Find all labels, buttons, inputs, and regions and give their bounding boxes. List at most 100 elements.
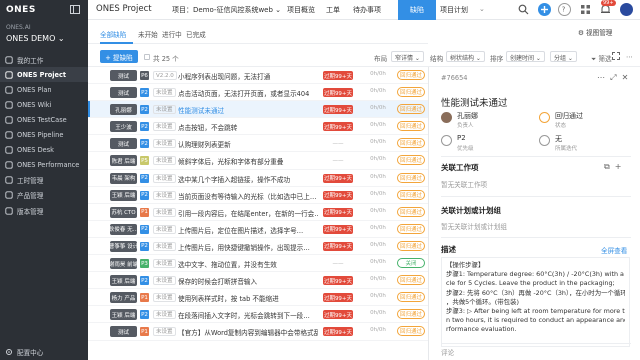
priority-badge[interactable]: P2 bbox=[140, 88, 149, 98]
collapse-sidebar-icon[interactable] bbox=[70, 5, 80, 14]
priority-badge[interactable]: P2 bbox=[140, 241, 149, 251]
assignee-badge[interactable]: 王颖 后端 bbox=[110, 189, 137, 201]
defect-title[interactable]: 点击按钮，不会跳转 bbox=[178, 122, 318, 132]
defect-title[interactable]: 小程序列表出现问题，无法打通 bbox=[178, 71, 318, 81]
version-tag[interactable]: 未设置 bbox=[153, 293, 176, 303]
table-row[interactable]: 陈君 后端 P5 未设置 倾斜字体后，光标和字体有部分重叠 —— 0h/0h 回归通过 bbox=[88, 152, 428, 170]
status-badge[interactable]: 回归通过 bbox=[397, 104, 425, 115]
assignee-badge[interactable]: 测试 bbox=[110, 87, 137, 99]
sidebar-item-ones-wiki[interactable]: ONES Wiki bbox=[0, 97, 88, 112]
sidebar-item-ones-performance[interactable]: ONES Performance bbox=[0, 158, 88, 173]
project-selector[interactable]: 项目：Demo-征信风控系统web ⌄ bbox=[172, 5, 281, 15]
status-badge[interactable]: 回归通过 bbox=[397, 326, 425, 337]
table-row[interactable]: 测试 P2 未设置 点击活动页面，无法打开页面，或者显示404 过期99+天 0h/0h 回… bbox=[88, 84, 428, 102]
defect-title[interactable]: 认购理财列表更新 bbox=[178, 139, 318, 149]
version-tag[interactable]: 未设置 bbox=[153, 190, 176, 200]
fullscreen-icon[interactable] bbox=[612, 52, 620, 60]
assignee-badge[interactable]: 谢雨昊 前端 bbox=[110, 258, 137, 270]
defect-title[interactable]: 性能测试未通过 bbox=[441, 95, 508, 109]
priority-badge[interactable]: P2 bbox=[140, 173, 149, 183]
defect-title[interactable]: 点击活动页面，无法打开页面，或者显示404 bbox=[178, 88, 318, 98]
status-badge[interactable]: 回归通过 bbox=[397, 172, 425, 183]
assignee-badge[interactable]: 杨力 产品 bbox=[110, 292, 137, 304]
version-tag[interactable]: 未设置 bbox=[153, 276, 176, 286]
tab-all-defects[interactable]: 全部缺陷 bbox=[100, 29, 126, 39]
defect-title[interactable]: 【官方】从Word复制内容到编辑器中会带格式乱码 bbox=[178, 327, 318, 337]
close-icon[interactable]: ✕ bbox=[622, 73, 629, 82]
table-row[interactable]: 王颖 后端 P2 未设置 当前页面没有等待输入的光标（比如选中已上… 过期99+天 0h/… bbox=[88, 187, 428, 204]
assignee-badge[interactable]: 苏杭 CTO bbox=[110, 206, 137, 218]
priority-badge[interactable]: P5 bbox=[140, 156, 149, 166]
version-tag[interactable]: 未设置 bbox=[153, 139, 176, 149]
description-editor[interactable]: 【操作步骤】 步骤1: Temperature degree: 60°C(3h) … bbox=[441, 257, 630, 347]
version-tag[interactable]: 未设置 bbox=[153, 105, 176, 115]
status-badge[interactable]: 回归通过 bbox=[397, 138, 425, 149]
create-defect-button[interactable]: + 提缺陷 bbox=[100, 50, 138, 63]
tab-completed[interactable]: 已完成 bbox=[186, 29, 206, 39]
priority-badge[interactable]: P2 bbox=[140, 190, 149, 200]
priority-badge[interactable]: P2 bbox=[140, 105, 149, 115]
iteration-value[interactable]: 无 bbox=[555, 134, 562, 144]
version-tag[interactable]: 未设置 bbox=[153, 259, 176, 269]
status-badge[interactable]: 回归通过 bbox=[397, 189, 425, 200]
tab-in-progress[interactable]: 进行中 bbox=[162, 29, 182, 39]
sidebar-item-ones-pipeline[interactable]: ONES Pipeline bbox=[0, 128, 88, 143]
version-tag[interactable]: 未设置 bbox=[153, 224, 176, 234]
table-row[interactable]: 测试 P1 未设置 【官方】从Word复制内容到编辑器中会带格式乱码 过期99+天 0h/… bbox=[88, 323, 428, 341]
structure-select[interactable]: 树状结构 ⌄ bbox=[446, 51, 485, 62]
config-center-button[interactable]: 配置中心 bbox=[0, 346, 88, 358]
tab-defects[interactable]: 缺陷 bbox=[398, 0, 436, 20]
status-badge[interactable]: 回归通过 bbox=[397, 87, 425, 98]
fullscreen-view-link[interactable]: 全屏查看 bbox=[601, 245, 627, 255]
sidebar-item-工时管理[interactable]: 工时管理 bbox=[0, 173, 88, 188]
sidebar-item-ones-plan[interactable]: ONES Plan bbox=[0, 82, 88, 97]
more-tabs-icon[interactable]: ⌄ bbox=[479, 5, 485, 13]
more-icon[interactable]: ⋯ bbox=[597, 73, 605, 82]
priority-badge[interactable]: P2 bbox=[140, 310, 149, 320]
version-tag[interactable]: 未设置 bbox=[153, 88, 176, 98]
comment-input[interactable]: 评论 bbox=[441, 343, 631, 357]
defect-title[interactable]: 选中文字、拖动位置，并没有生效 bbox=[178, 259, 318, 269]
apps-grid-icon[interactable] bbox=[580, 4, 591, 15]
status-badge[interactable]: 回归通过 bbox=[397, 121, 425, 132]
priority-value[interactable]: P2 bbox=[457, 134, 466, 142]
table-row[interactable]: 王颖 后端 P2 未设置 保存的时候会打断拼音输入 过期99+天 0h/0h 回归通过 bbox=[88, 272, 428, 290]
sidebar-item-ones-project[interactable]: ONES Project bbox=[0, 67, 88, 83]
tab-tickets[interactable]: 工单 bbox=[326, 5, 340, 15]
assignee-badge[interactable]: 王颖 后端 bbox=[110, 275, 137, 287]
tab-overview[interactable]: 项目概览 bbox=[287, 5, 315, 15]
status-badge[interactable]: 回归通过 bbox=[397, 309, 425, 320]
defect-title[interactable]: 引用一段内容后，在结尾enter，在新的一行会… bbox=[178, 208, 318, 218]
priority-badge[interactable]: P2 bbox=[140, 122, 149, 132]
table-row[interactable]: 耿俊春 无… P2 未设置 上传图片后，定位在图片描述，选择字号… 过期99+天 0h/0… bbox=[88, 221, 428, 238]
select-all-checkbox[interactable] bbox=[144, 54, 150, 60]
assignee-badge[interactable]: 测试 bbox=[110, 70, 137, 81]
sidebar-item-我的工作[interactable]: 我的工作 bbox=[0, 52, 88, 67]
filter-button[interactable]: ⏷ 筛选 bbox=[591, 53, 612, 64]
sidebar-item-ones-testcase[interactable]: ONES TestCase bbox=[0, 112, 88, 127]
status-badge[interactable]: 回归通过 bbox=[397, 155, 425, 166]
tab-not-started[interactable]: 未开始 bbox=[138, 29, 158, 39]
version-tag[interactable]: 未设置 bbox=[153, 241, 176, 251]
tab-todo[interactable]: 待办事项 bbox=[353, 5, 381, 15]
layout-select[interactable]: 窄详情 ⌄ bbox=[391, 51, 424, 62]
assignee-badge[interactable]: 耿俊春 无… bbox=[110, 223, 137, 235]
table-row[interactable]: 测试 P6 V2.2.0 小程序列表出现问题，无法打通 过期99+天 0h/0h 回归通过 bbox=[88, 67, 428, 85]
expand-icon[interactable]: ⤢ bbox=[610, 73, 616, 82]
table-row[interactable]: 韦晨 架构 P2 未设置 选中某几个字插入超链接，操作不成功 过期99+天 0h/0h 回归… bbox=[88, 170, 428, 187]
version-tag[interactable]: V2.2.0 bbox=[153, 71, 177, 80]
table-row[interactable]: 孔丽娜 P2 未设置 性能测试未通过 过期99+天 0h/0h 回归通过 bbox=[88, 101, 428, 119]
defect-title[interactable]: 上传图片后，定位在图片描述，选择字号… bbox=[178, 225, 318, 235]
status-badge[interactable]: 回归通过 bbox=[397, 206, 425, 217]
priority-badge[interactable]: P2 bbox=[140, 276, 149, 286]
link-work-icons[interactable]: ⧉ + bbox=[604, 162, 622, 172]
status-badge[interactable]: 回归通过 bbox=[397, 292, 425, 303]
defect-title[interactable]: 使用列表样式时，按 tab 不能缩进 bbox=[178, 293, 318, 303]
view-settings-button[interactable]: ⚙ 视图管理 bbox=[578, 27, 612, 37]
version-tag[interactable]: 未设置 bbox=[153, 156, 176, 166]
assignee-badge[interactable]: 测试 bbox=[110, 138, 137, 150]
assignee-badge[interactable]: 测试 bbox=[110, 326, 137, 338]
version-tag[interactable]: 未设置 bbox=[153, 173, 176, 183]
priority-badge[interactable]: P2 bbox=[140, 139, 149, 149]
sidebar-item-产品管理[interactable]: 产品管理 bbox=[0, 188, 88, 203]
